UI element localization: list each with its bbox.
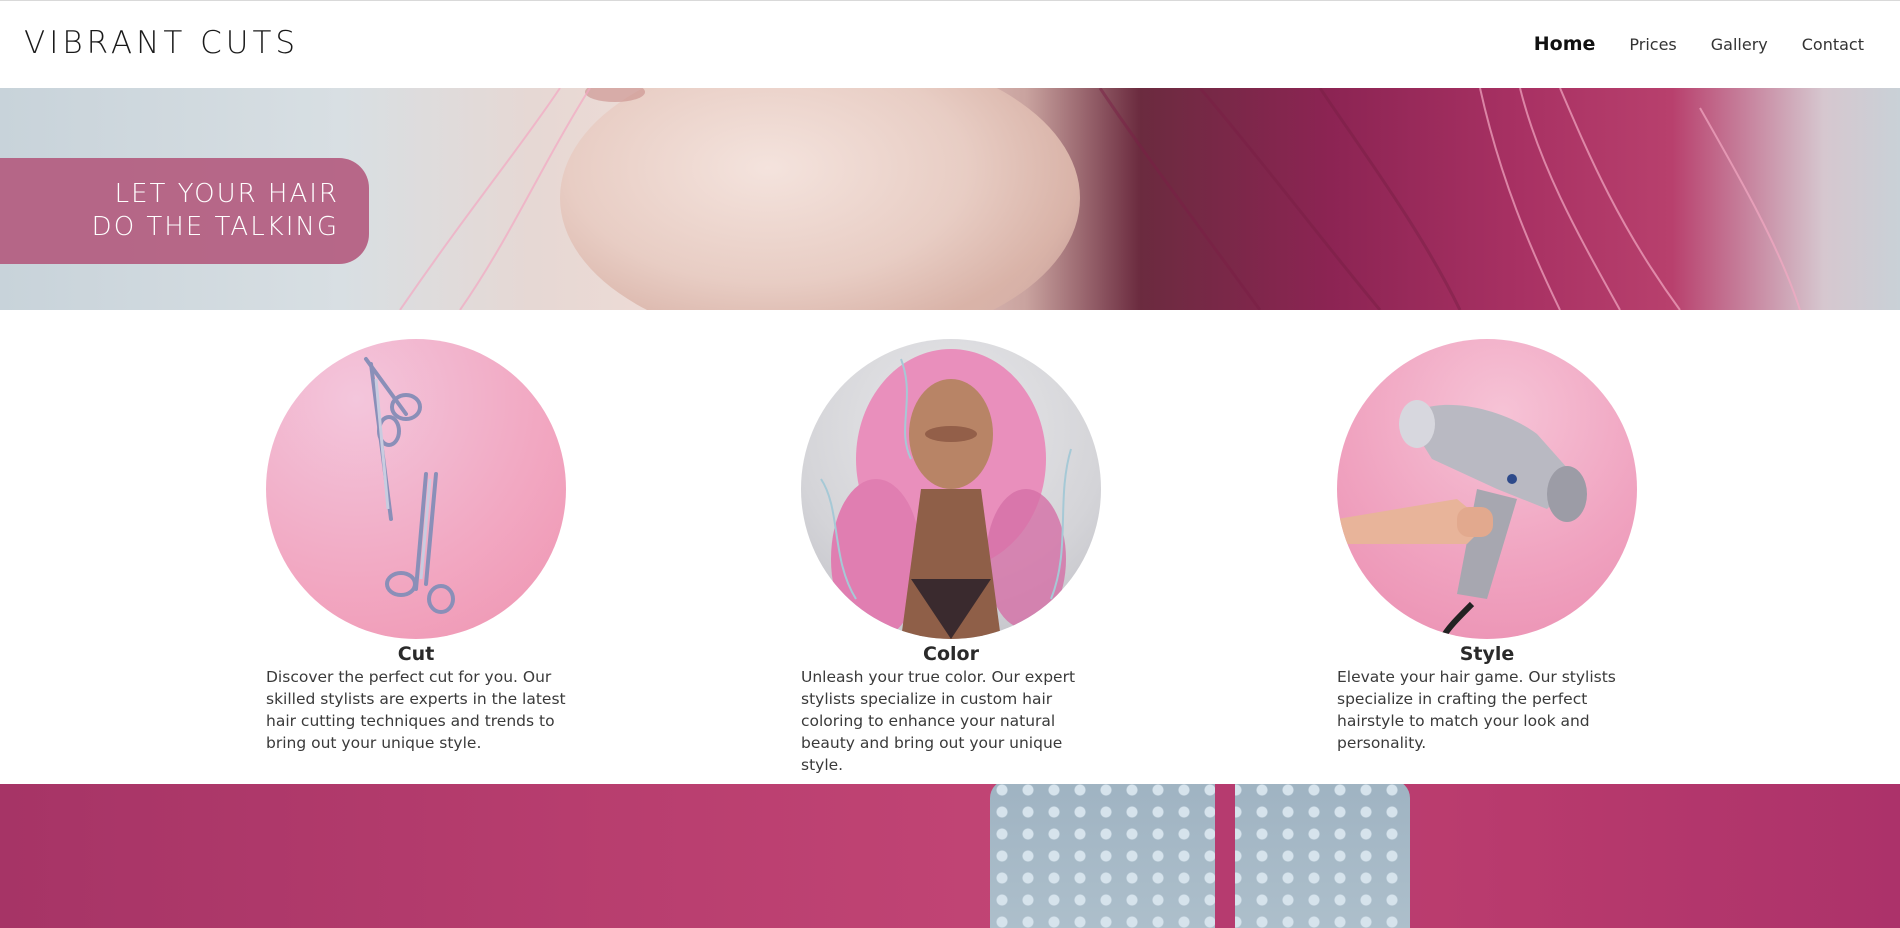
nav-prices[interactable]: Prices xyxy=(1629,35,1676,54)
hero-image: LET YOUR HAIR DO THE TALKING xyxy=(0,88,1900,310)
hero-tagline-line1: LET YOUR HAIR xyxy=(114,179,339,209)
hero-tagline-banner: LET YOUR HAIR DO THE TALKING xyxy=(0,158,369,264)
hero-tagline-line2: DO THE TALKING xyxy=(91,212,339,242)
main-nav: Home Prices Gallery Contact xyxy=(1534,33,1864,55)
service-title-cut: Cut xyxy=(397,643,435,665)
dress-gap-shape xyxy=(1215,784,1235,928)
service-card-cut: Cut Discover the perfect cut for you. Ou… xyxy=(266,339,566,754)
service-title-color: Color xyxy=(923,643,979,665)
service-description-color: Unleash your true color. Our expert styl… xyxy=(801,668,1076,774)
service-card-color: Color Unleash your true color. Our exper… xyxy=(801,339,1101,776)
cut-image xyxy=(266,339,566,639)
patterned-dress-shape xyxy=(990,784,1410,928)
site-logo[interactable]: VIBRANT CUTS xyxy=(24,25,299,61)
service-card-style: Style Elevate your hair game. Our stylis… xyxy=(1337,339,1637,754)
nav-gallery[interactable]: Gallery xyxy=(1711,35,1768,54)
service-description-cut: Discover the perfect cut for you. Our sk… xyxy=(266,668,566,752)
site-header: VIBRANT CUTS Home Prices Gallery Contact xyxy=(0,0,1900,88)
model-pink-hair-illustration xyxy=(820,349,1072,639)
color-image xyxy=(801,339,1101,639)
scissors-icon xyxy=(364,357,455,614)
hair-dryer-icon xyxy=(1337,400,1587,639)
nav-home[interactable]: Home xyxy=(1534,33,1596,55)
style-image xyxy=(1337,339,1637,639)
bottom-banner-image xyxy=(0,784,1900,928)
nav-contact[interactable]: Contact xyxy=(1802,35,1864,54)
service-description-style: Elevate your hair game. Our stylists spe… xyxy=(1337,668,1616,752)
service-title-style: Style xyxy=(1459,643,1515,665)
